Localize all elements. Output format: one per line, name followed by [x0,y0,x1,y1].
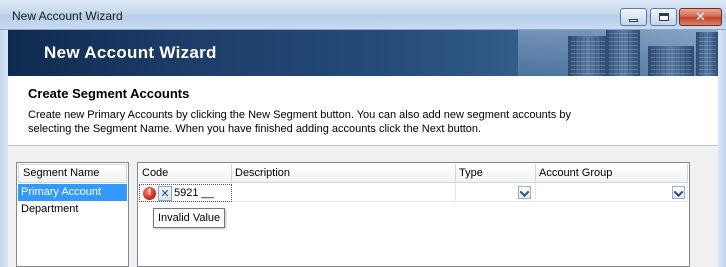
error-icon: ! [143,187,156,200]
banner-title: New Account Wizard [44,43,217,62]
segment-list[interactable]: Segment Name Primary Account Department [16,162,129,267]
segment-item-department[interactable]: Department [18,201,127,218]
title-bar[interactable]: New Account Wizard ✕ [0,0,726,30]
maximize-icon [658,13,669,21]
validation-tooltip: Invalid Value [153,208,226,228]
window-frame-left [0,30,8,267]
close-icon: ✕ [695,9,706,25]
maximize-button[interactable] [650,8,677,26]
table-row[interactable]: ! ✕ 5921 __ [139,184,688,202]
description-cell[interactable] [232,184,456,202]
section-description: Create new Primary Accounts by clicking … [28,109,571,135]
type-cell[interactable] [456,184,536,202]
grid-header: Code Description Type Account Group [139,164,688,183]
close-button[interactable]: ✕ [679,8,722,26]
code-input[interactable]: 5921 __ [174,187,214,199]
minimize-icon [629,18,638,22]
column-header-code[interactable]: Code [139,164,232,183]
column-header-type[interactable]: Type [456,164,536,183]
window-title: New Account Wizard [12,9,123,23]
column-header-account-group[interactable]: Account Group [536,164,688,183]
section-title: Create Segment Accounts [28,86,190,101]
banner-building [568,36,608,76]
minimize-button[interactable] [620,8,647,26]
code-cell[interactable]: ! ✕ 5921 __ [139,184,232,202]
clear-icon[interactable]: ✕ [158,186,172,201]
banner-building [606,30,640,76]
account-group-dropdown-chevron-icon[interactable] [672,186,685,199]
account-group-cell[interactable] [536,184,688,202]
column-header-description[interactable]: Description [232,164,456,183]
type-dropdown-chevron-icon[interactable] [518,186,531,199]
banner-building [648,46,694,76]
wizard-banner: New Account Wizard [8,30,718,76]
banner-building [696,32,718,76]
segment-item-primary-account[interactable]: Primary Account [18,184,127,201]
segment-list-header[interactable]: Segment Name [18,164,127,183]
window-frame-right [718,30,726,267]
